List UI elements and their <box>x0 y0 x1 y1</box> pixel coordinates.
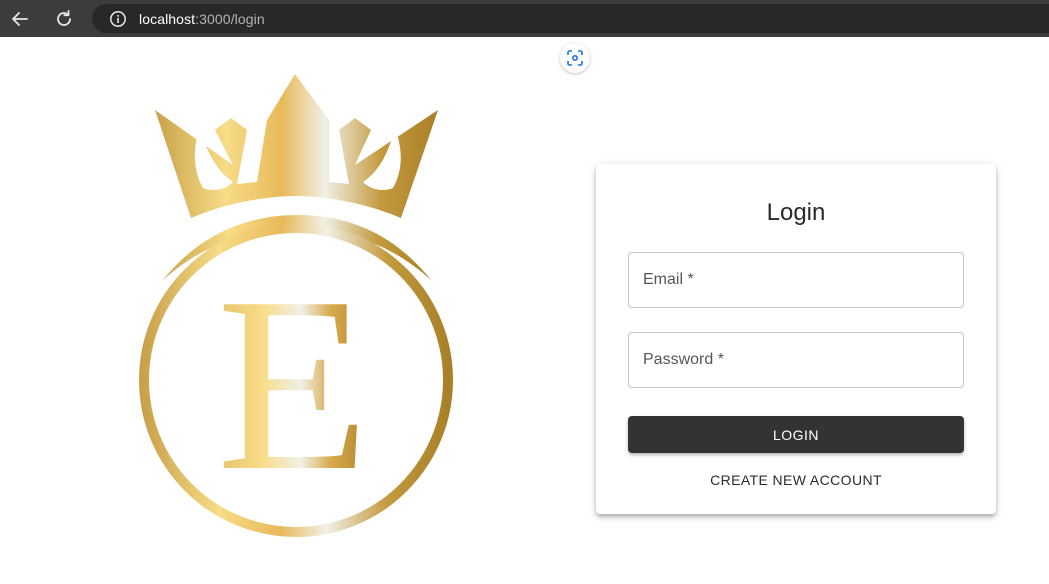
create-account-link[interactable]: CREATE NEW ACCOUNT <box>596 472 996 488</box>
url-path: :3000/login <box>195 10 265 27</box>
back-button[interactable] <box>5 4 35 34</box>
url-text: localhost:3000/login <box>139 11 265 27</box>
reload-icon <box>57 10 71 26</box>
password-label: Password * <box>643 351 724 368</box>
login-title: Login <box>766 199 826 226</box>
info-icon[interactable] <box>109 10 127 28</box>
reload-button[interactable] <box>49 4 79 34</box>
lens-button[interactable] <box>560 43 590 73</box>
lens-icon <box>567 50 583 66</box>
url-host: localhost <box>139 10 196 27</box>
password-field[interactable]: Password * <box>628 332 964 388</box>
email-label: Email * <box>643 271 694 288</box>
login-button[interactable]: LOGIN <box>628 416 964 453</box>
crown-e-logo: E <box>133 70 463 540</box>
browser-toolbar: localhost:3000/login <box>0 0 1049 37</box>
arrow-left-icon <box>12 12 28 26</box>
address-bar[interactable]: localhost:3000/login <box>92 4 1049 33</box>
login-card: Login Email * Password * LOGIN CREATE NE… <box>596 164 996 514</box>
email-field[interactable]: Email * <box>628 252 964 308</box>
logo-letter: E <box>217 246 370 523</box>
